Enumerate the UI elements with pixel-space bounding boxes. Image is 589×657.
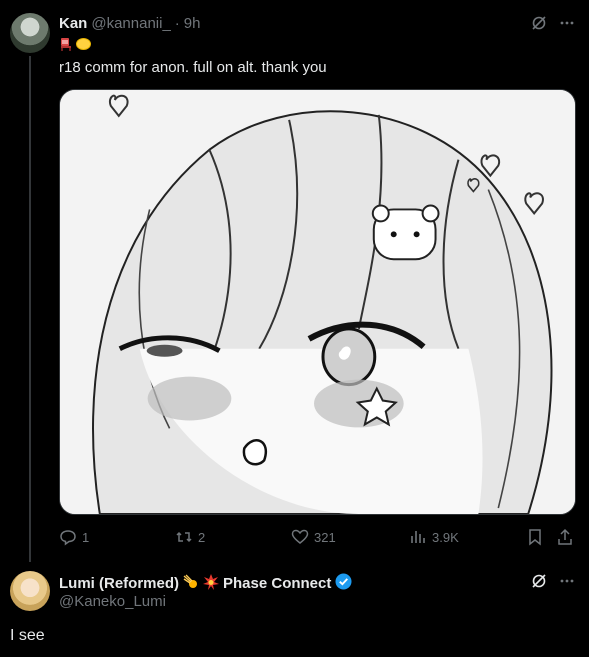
emoji-row — [59, 37, 91, 51]
heart-icon — [291, 529, 309, 544]
kan-avatar[interactable] — [10, 13, 50, 53]
post-header: Kan @kannanii_ · 9h — [59, 15, 200, 33]
lemon-emoji-icon — [76, 38, 91, 50]
explosion-emoji-icon — [203, 573, 219, 595]
bookmark-icon — [529, 529, 541, 546]
post-media-image[interactable] — [59, 89, 576, 515]
share-action[interactable] — [556, 528, 574, 546]
views-action[interactable]: 3.9K — [409, 528, 459, 546]
bookmark-action[interactable] — [526, 528, 544, 546]
repost-action[interactable]: 2 — [175, 528, 205, 546]
chair-emoji-icon — [59, 37, 73, 51]
lumi-avatar[interactable] — [10, 571, 50, 611]
repost-icon — [176, 531, 192, 543]
reply-count: 1 — [82, 529, 90, 545]
post-text: r18 comm for anon. full on alt. thank yo… — [59, 59, 327, 76]
author-name[interactable]: Kan — [59, 15, 87, 33]
separator-dot: · — [174, 15, 180, 32]
reply-action[interactable]: 1 — [59, 528, 89, 546]
post-top-icons — [531, 15, 575, 36]
author-handle[interactable]: @kannanii_ — [91, 15, 170, 33]
more-options-icon[interactable] — [559, 573, 575, 594]
post-actions-bar: 1 2 321 3.9K — [59, 528, 576, 548]
post-time[interactable]: 9h — [184, 15, 201, 33]
reply-name-suffix[interactable]: Phase Connect — [223, 575, 331, 593]
reply-author-handle[interactable]: @Kaneko_Lumi — [59, 593, 166, 610]
reply-author-name[interactable]: Lumi (Reformed) — [59, 575, 179, 593]
thread-connector-line — [29, 56, 31, 562]
reply-text: I see — [10, 627, 45, 644]
reply-top-icons — [531, 573, 575, 594]
verified-badge-icon[interactable] — [335, 573, 352, 595]
grok-icon[interactable] — [531, 573, 547, 594]
grok-icon[interactable] — [531, 15, 547, 36]
repost-count: 2 — [198, 529, 206, 545]
share-icon — [558, 528, 572, 545]
like-count: 321 — [314, 529, 336, 545]
comet-emoji-icon — [183, 574, 199, 595]
views-chart-icon — [411, 531, 425, 543]
view-count: 3.9K — [432, 529, 459, 545]
like-action[interactable]: 321 — [291, 528, 336, 546]
more-options-icon[interactable] — [559, 15, 575, 36]
reply-header: Lumi (Reformed) Phase Connect — [59, 573, 352, 595]
reply-icon — [60, 530, 76, 546]
